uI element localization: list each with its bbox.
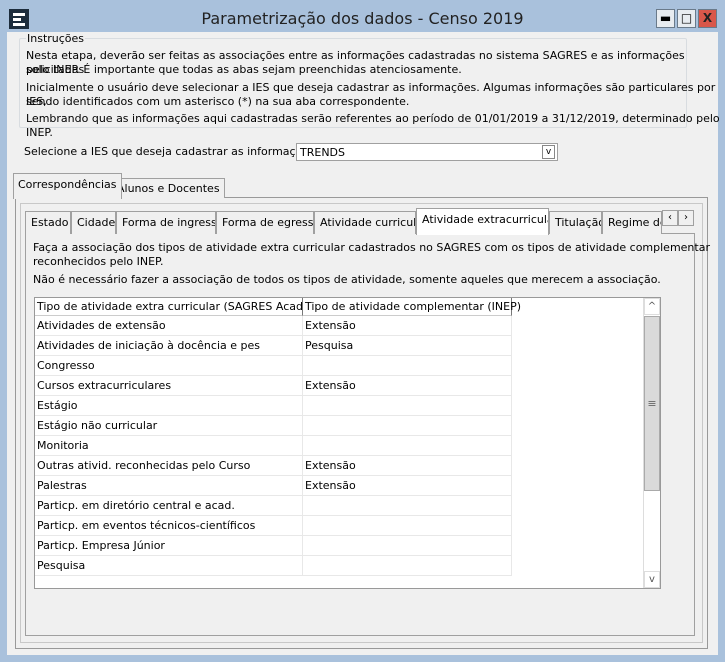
cell-inep[interactable] [303,396,512,416]
instruction-text: Lembrando que as informações aqui cadast… [26,112,720,139]
tab-forma-egresso[interactable]: Forma de egresso [216,211,314,234]
tab-atividade-extracurricular[interactable]: Atividade extracurricular [416,208,549,235]
panel-text: Não é necessário fazer a associação de t… [33,273,661,286]
instruction-text: sendo identificados com um asterisco (*)… [26,95,410,108]
table-row[interactable]: Particp. Empresa Júnior [35,536,512,556]
cell-sagres[interactable]: Monitoria [35,436,303,456]
tab-titulacao[interactable]: Titulação [549,211,602,234]
panel-text: Faça a associação dos tipos de atividade… [33,241,710,254]
tab-atividade-curricular[interactable]: Atividade curricular [314,211,416,234]
scroll-thumb[interactable]: ≡ [644,316,660,491]
tab-regime[interactable]: Regime de [602,211,662,234]
column-header-inep[interactable]: Tipo de atividade complementar (INEP) [303,298,521,316]
table-row[interactable]: Monitoria [35,436,512,456]
maximize-button[interactable]: □ [677,9,696,28]
chevron-right-icon[interactable]: › [678,210,694,226]
title-bar: Parametrização dos dados - Censo 2019 ▬ … [0,0,725,34]
tab-alunos-docentes[interactable]: Alunos e Docentes [112,178,225,198]
instructions-legend: Instruções [26,32,86,45]
cell-inep[interactable] [303,556,512,576]
table-row[interactable]: Particp. em diretório central e acad. [35,496,512,516]
minimize-button[interactable]: ▬ [656,9,675,28]
cell-inep[interactable] [303,516,512,536]
cell-inep[interactable] [303,416,512,436]
cell-sagres[interactable]: Estágio [35,396,303,416]
cell-inep[interactable]: Pesquisa [303,336,512,356]
cell-sagres[interactable]: Atividades de iniciação à docência e pes [35,336,303,356]
scroll-down-icon[interactable]: v [644,571,660,588]
table-row[interactable]: Atividades de iniciação à docência e pes… [35,336,512,356]
ies-select-value: TRENDS [300,146,345,159]
cell-sagres[interactable]: Atividades de extensão [35,316,303,336]
table-row[interactable]: Atividades de extensão Extensão [35,316,512,336]
cell-inep[interactable] [303,356,512,376]
cell-inep[interactable] [303,436,512,456]
table-row[interactable]: Estágio [35,396,512,416]
table-row[interactable]: Congresso [35,356,512,376]
cell-sagres[interactable]: Particp. em eventos técnicos-científicos [35,516,303,536]
scroll-up-icon[interactable]: ^ [644,298,660,315]
table-row[interactable]: Palestras Extensão [35,476,512,496]
cell-sagres[interactable]: Outras ativid. reconhecidas pelo Curso [35,456,303,476]
cell-inep[interactable]: Extensão [303,456,512,476]
cell-inep[interactable]: Extensão [303,316,512,336]
cell-inep[interactable]: Extensão [303,376,512,396]
chevron-down-icon[interactable]: v [542,145,555,159]
cell-inep[interactable]: Extensão [303,476,512,496]
cell-sagres[interactable]: Congresso [35,356,303,376]
tab-estado[interactable]: Estado [25,211,71,234]
vertical-scrollbar[interactable]: ^ ≡ v [643,298,660,588]
table-row[interactable]: Estágio não curricular [35,416,512,436]
tab-cidade[interactable]: Cidade [71,211,116,234]
cell-inep[interactable] [303,536,512,556]
cell-sagres[interactable]: Particp. Empresa Júnior [35,536,303,556]
column-header-sagres[interactable]: Tipo de atividade extra curricular (SAGR… [35,298,341,316]
table-row[interactable]: Cursos extracurriculares Extensão [35,376,512,396]
table-row[interactable]: Pesquisa [35,556,512,576]
cell-sagres[interactable]: Particp. em diretório central e acad. [35,496,303,516]
cell-inep[interactable] [303,496,512,516]
instruction-text: pelo INEP. É importante que todas as aba… [26,63,462,76]
cell-sagres[interactable]: Pesquisa [35,556,303,576]
cell-sagres[interactable]: Palestras [35,476,303,496]
tab-correspondencias[interactable]: Correspondências [13,173,122,199]
panel-text: reconhecidos pelo INEP. [33,255,164,268]
table-row[interactable]: Outras ativid. reconhecidas pelo Curso Ex… [35,456,512,476]
cell-sagres[interactable]: Cursos extracurriculares [35,376,303,396]
cell-sagres[interactable]: Estágio não curricular [35,416,303,436]
ies-select[interactable]: TRENDS v [296,143,558,161]
association-grid: Tipo de atividade extra curricular (SAGR… [34,297,661,589]
table-row[interactable]: Particp. em eventos técnicos-científicos [35,516,512,536]
chevron-left-icon[interactable]: ‹ [662,210,678,226]
window-title: Parametrização dos dados - Censo 2019 [201,9,524,28]
close-button[interactable]: X [698,9,717,28]
ies-label: Selecione a IES que deseja cadastrar as … [24,145,319,158]
tab-forma-ingresso[interactable]: Forma de ingresso [116,211,216,234]
